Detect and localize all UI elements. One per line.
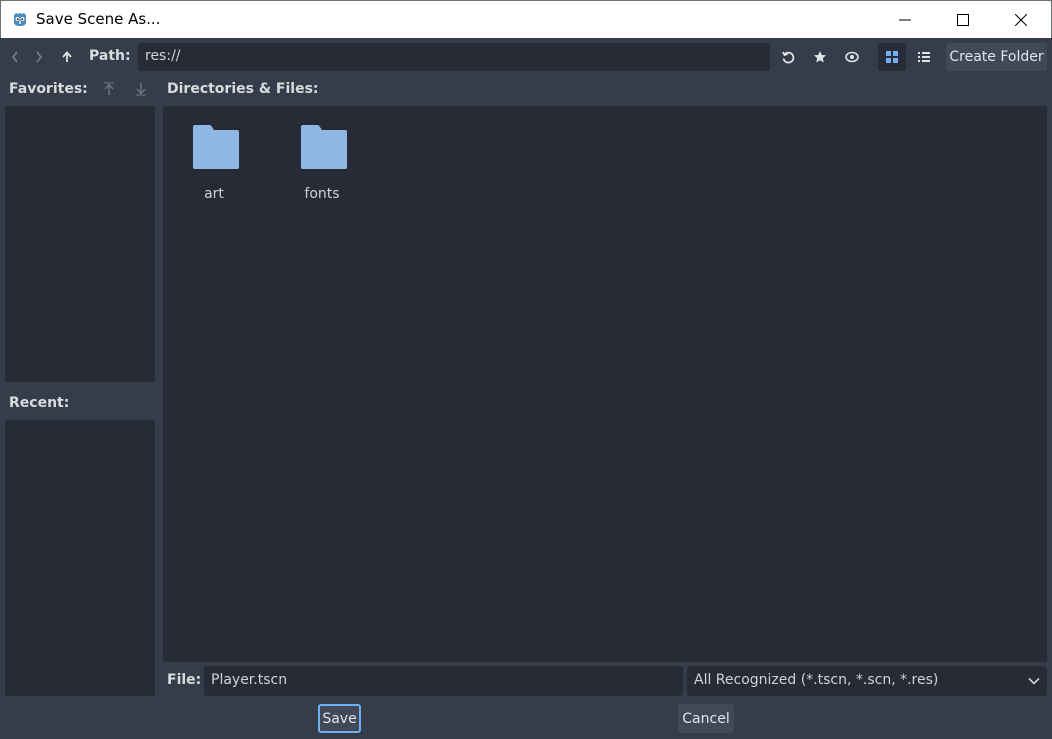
file-item-label: art xyxy=(204,186,224,202)
forward-button[interactable] xyxy=(28,46,50,68)
file-filter-value: All Recognized (*.tscn, *.scn, *.res) xyxy=(694,672,939,688)
back-button[interactable] xyxy=(4,46,26,68)
maximize-button[interactable] xyxy=(934,1,992,38)
refresh-icon xyxy=(782,51,795,64)
save-button[interactable]: Save xyxy=(318,704,361,733)
close-button[interactable] xyxy=(992,1,1050,38)
star-icon xyxy=(814,51,826,63)
chevron-left-icon xyxy=(12,51,18,63)
path-input[interactable]: res:// xyxy=(138,43,770,71)
recent-label: Recent: xyxy=(9,395,70,411)
folder-icon xyxy=(301,125,347,169)
file-filter-select[interactable]: All Recognized (*.tscn, *.scn, *.res) xyxy=(687,666,1047,696)
chevron-down-icon xyxy=(1028,677,1040,685)
close-icon xyxy=(1015,13,1027,26)
minimize-button[interactable] xyxy=(876,1,934,38)
minimize-icon xyxy=(899,19,911,20)
arrow-up-icon xyxy=(62,51,72,62)
favorites-label: Favorites: xyxy=(9,81,88,97)
path-label: Path: xyxy=(89,48,131,64)
move-favorite-down-button[interactable] xyxy=(132,80,150,98)
chevron-right-icon xyxy=(36,51,42,63)
eye-icon xyxy=(845,51,859,63)
arrow-down-icon xyxy=(136,83,146,96)
list-view-icon xyxy=(918,52,930,62)
file-name-input[interactable]: Player.tscn xyxy=(204,666,683,696)
file-item-label: fonts xyxy=(304,186,340,202)
file-item-fonts[interactable]: fonts xyxy=(277,124,367,204)
grid-view-icon xyxy=(886,51,898,63)
file-item-art[interactable]: art xyxy=(169,124,259,204)
create-folder-button[interactable]: Create Folder xyxy=(946,43,1047,71)
toggle-hidden-button[interactable] xyxy=(841,46,863,68)
godot-logo-icon xyxy=(14,13,26,26)
grid-view-button[interactable] xyxy=(878,43,906,71)
recent-list[interactable] xyxy=(5,420,155,696)
list-view-button[interactable] xyxy=(910,43,938,71)
favorite-button[interactable] xyxy=(809,46,831,68)
folder-icon xyxy=(193,125,239,169)
title-bar: Save Scene As... xyxy=(0,0,1052,38)
files-header-label: Directories & Files: xyxy=(167,81,319,97)
toolbar: Path: res:// Create Folder xyxy=(0,38,1052,76)
parent-folder-button[interactable] xyxy=(56,46,78,68)
file-label: File: xyxy=(167,672,202,688)
files-view[interactable]: art fonts xyxy=(163,106,1047,662)
move-favorite-up-button[interactable] xyxy=(100,80,118,98)
cancel-button[interactable]: Cancel xyxy=(678,704,734,733)
favorites-list[interactable] xyxy=(5,106,155,382)
refresh-button[interactable] xyxy=(777,46,799,68)
window-title: Save Scene As... xyxy=(36,10,161,28)
arrow-up-icon xyxy=(104,82,114,95)
maximize-icon xyxy=(957,13,969,26)
